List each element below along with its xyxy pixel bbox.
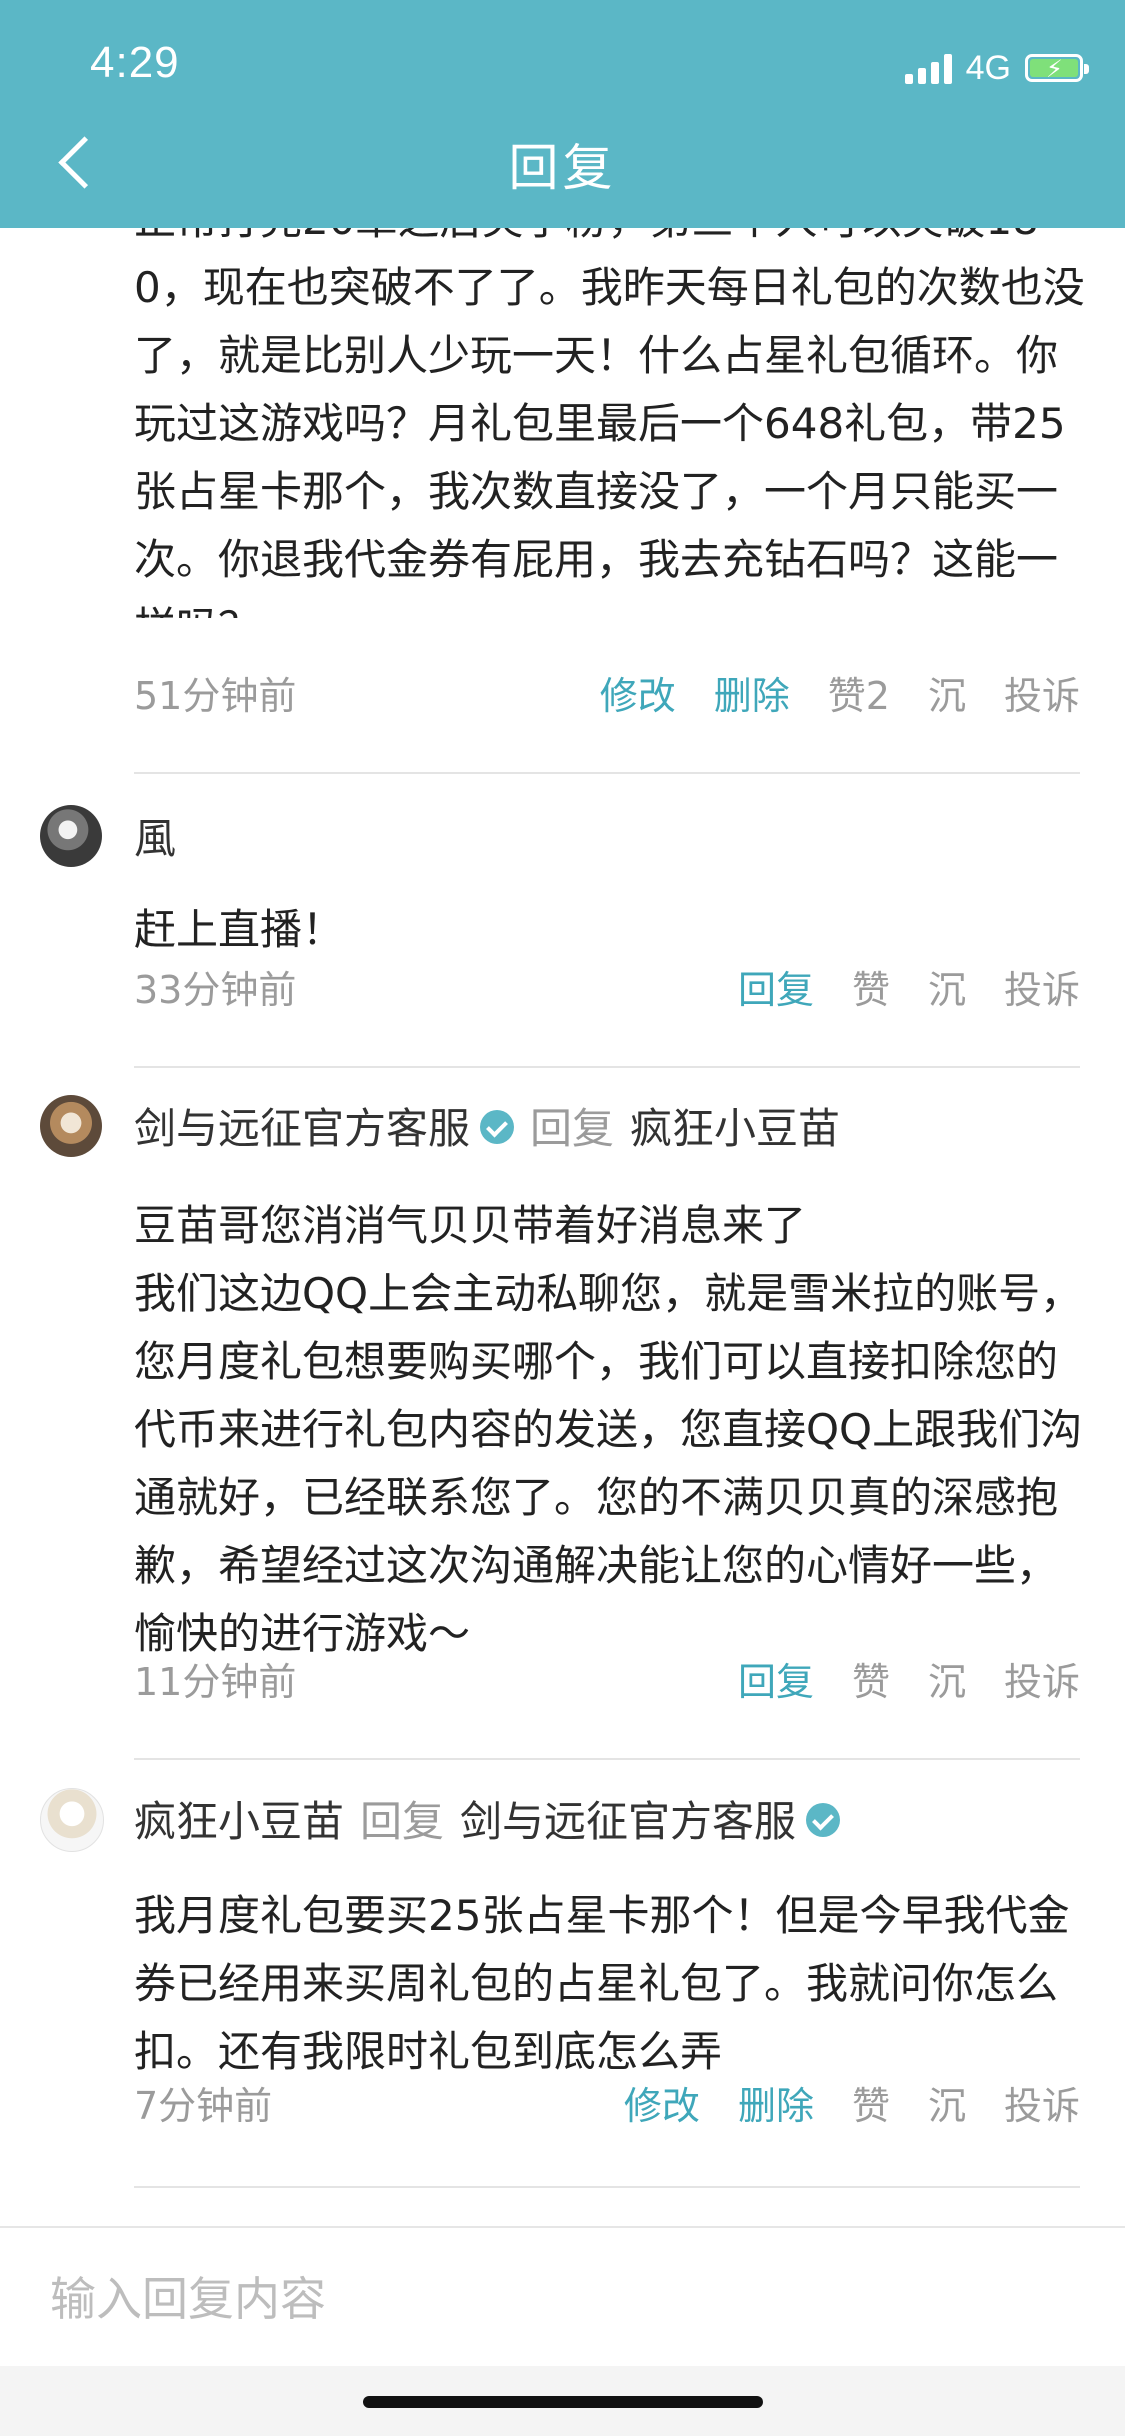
- sink-button[interactable]: 沉: [928, 1651, 966, 1706]
- comment-header: 剑与远征官方客服 回复 疯狂小豆苗: [134, 1090, 1085, 1160]
- like-button[interactable]: 赞2: [828, 665, 890, 720]
- comment-header: 風: [134, 800, 1085, 870]
- like-button[interactable]: 赞: [852, 959, 890, 1014]
- reply-label: 回复: [360, 1796, 445, 1846]
- avatar[interactable]: [40, 1788, 104, 1852]
- author-name[interactable]: 疯狂小豆苗: [134, 1788, 344, 1849]
- delete-button[interactable]: 删除: [714, 665, 790, 720]
- like-button[interactable]: 赞: [852, 2075, 890, 2130]
- like-button[interactable]: 赞: [852, 1651, 890, 1706]
- reply-input-bar: [0, 2226, 1125, 2368]
- sink-button[interactable]: 沉: [928, 2075, 966, 2130]
- report-button[interactable]: 投诉: [1004, 1651, 1080, 1706]
- comment-time: 11分钟前: [134, 1659, 297, 1704]
- author-name[interactable]: 風: [134, 805, 176, 866]
- status-indicators: 4G ⚡: [904, 48, 1089, 88]
- reply-target-name[interactable]: 剑与远征官方客服: [460, 1788, 796, 1849]
- comment-time: 7分钟前: [134, 2083, 273, 2128]
- app-header: 4:29 4G ⚡ 回复: [0, 0, 1125, 228]
- comment-meta: 51分钟前 修改 删除 赞2 沉 投诉: [134, 662, 1080, 722]
- report-button[interactable]: 投诉: [1004, 959, 1080, 1014]
- divider: [134, 2186, 1080, 2188]
- report-button[interactable]: 投诉: [1004, 2075, 1080, 2130]
- comment-text: 豆苗哥您消消气贝贝带着好消息来了 我们这边QQ上会主动私聊您，就是雪米拉的账号，…: [134, 1201, 1083, 1658]
- sink-button[interactable]: 沉: [928, 665, 966, 720]
- avatar[interactable]: [40, 1095, 102, 1157]
- network-type: 4G: [965, 48, 1011, 87]
- sink-button[interactable]: 沉: [928, 959, 966, 1014]
- divider: [134, 1066, 1080, 1068]
- verified-badge-icon: [480, 1110, 515, 1144]
- delete-button[interactable]: 删除: [738, 2075, 814, 2130]
- divider: [134, 772, 1080, 774]
- comment-meta: 7分钟前 修改 删除 赞 沉 投诉: [134, 2072, 1080, 2132]
- comment-text: 赶上直播！: [134, 905, 345, 954]
- verified-badge-icon: [806, 1803, 841, 1837]
- battery-charging-icon: ⚡: [1025, 54, 1089, 83]
- comment-time: 51分钟前: [134, 673, 297, 718]
- home-indicator[interactable]: [363, 2396, 763, 2408]
- comment-text: 我月度礼包要买25张占星卡那个！但是今早我代金券已经用来买周礼包的占星礼包了。我…: [134, 1891, 1070, 2076]
- reply-label: 回复: [530, 1103, 615, 1153]
- edit-button[interactable]: 修改: [624, 2075, 700, 2130]
- edit-button[interactable]: 修改: [600, 665, 676, 720]
- avatar[interactable]: [40, 805, 102, 867]
- home-indicator-area: [0, 2366, 1125, 2436]
- reply-target-name[interactable]: 疯狂小豆苗: [630, 1095, 840, 1156]
- comment-text: 正常打完20章之后突了粉，第三个人可以突破180，现在也突破不了了。我昨天每日礼…: [134, 195, 1085, 618]
- divider: [134, 1758, 1080, 1760]
- comment-time: 33分钟前: [134, 967, 297, 1012]
- comment-meta: 11分钟前 回复 赞 沉 投诉: [134, 1648, 1080, 1708]
- comment-header: 疯狂小豆苗 回复 剑与远征官方客服: [134, 1783, 1085, 1853]
- page-title: 回复: [508, 139, 617, 197]
- reply-button[interactable]: 回复: [738, 1651, 814, 1706]
- signal-icon: [904, 52, 952, 84]
- author-name[interactable]: 剑与远征官方客服: [134, 1095, 470, 1156]
- status-time: 4:29: [90, 38, 180, 87]
- reply-button[interactable]: 回复: [738, 959, 814, 1014]
- report-button[interactable]: 投诉: [1004, 665, 1080, 720]
- reply-input[interactable]: [48, 2258, 1082, 2340]
- comment-meta: 33分钟前 回复 赞 沉 投诉: [134, 956, 1080, 1016]
